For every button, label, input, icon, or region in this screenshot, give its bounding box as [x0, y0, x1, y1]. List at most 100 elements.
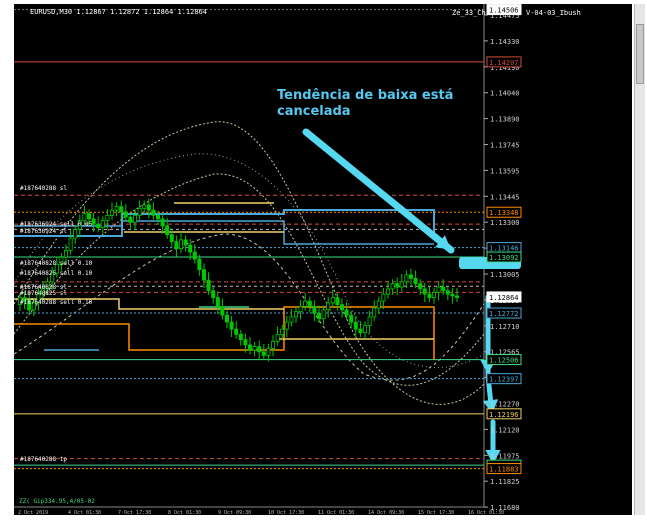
time-axis-label: 11 Oct 01:30 [318, 510, 354, 515]
candle-body [238, 333, 243, 341]
candle-body [197, 258, 202, 271]
candle-body [146, 204, 151, 211]
candle-body [257, 346, 262, 353]
candle-body [224, 314, 229, 323]
candle-body [100, 220, 105, 229]
candle-body [390, 283, 395, 290]
candle-body [436, 286, 441, 293]
annotation-line-1: Tendência de baixa está [277, 88, 453, 103]
candle-body [178, 239, 183, 250]
candle-body [399, 281, 404, 288]
candle-body [151, 209, 156, 216]
time-axis-label: 2 Oct 2019 [18, 510, 48, 515]
price-scale-label: 1.13445 [490, 193, 520, 201]
candle-body [454, 295, 459, 299]
price-chart[interactable]: #187640288 sl #187636924 sell 0.05 #187636… [14, 4, 632, 515]
candle-body [174, 241, 179, 250]
time-axis-label: 15 Oct 17:30 [418, 510, 454, 515]
order-label: #187640828 sell 0.10 [20, 260, 93, 267]
candle-body [123, 211, 128, 218]
annotation-line-2: cancelada [277, 104, 351, 119]
candle-body [192, 251, 197, 260]
candle-body [165, 225, 170, 236]
candle-body [266, 347, 271, 356]
candle-body [142, 204, 147, 209]
time-axis-label: 7 Oct 17:30 [118, 510, 151, 515]
candle-body [247, 344, 252, 351]
candle-body [110, 209, 115, 216]
price-tag-label: 1.12506 [489, 357, 519, 365]
candle-body [367, 316, 372, 327]
candle-body [307, 300, 312, 307]
price-tag-label: 1.13146 [489, 245, 519, 253]
scrollbar-thumb[interactable] [636, 24, 644, 84]
candle-body [372, 307, 377, 318]
price-scale-label: 1.11825 [490, 478, 520, 486]
order-label: #187640288 sl [20, 185, 67, 192]
candle-body [445, 290, 450, 295]
chart-symbol-info: EURUSD,M30 1.12867 1.12872 1.12864 1.128… [30, 8, 207, 16]
order-label: #187636924 sell 0.05 [20, 221, 93, 228]
price-scale-label: 1.13595 [490, 167, 520, 175]
candle-body [408, 274, 413, 279]
candle-body [450, 293, 455, 297]
candle-body [395, 283, 400, 288]
candle-body [330, 297, 335, 304]
candle-body [64, 249, 69, 258]
price-scale-label: 1.12270 [490, 401, 520, 409]
candle-body [312, 305, 317, 314]
candle-body [303, 300, 308, 307]
candle-body [220, 305, 225, 316]
candle-body [229, 321, 234, 330]
price-scale-label: 1.11975 [490, 452, 520, 460]
candle-body [261, 351, 266, 356]
candle-body [280, 328, 285, 335]
candle-body [418, 283, 423, 290]
price-scale-label: 1.14330 [490, 38, 520, 46]
vertical-scrollbar[interactable] [634, 4, 645, 515]
candle-body [105, 214, 110, 222]
time-axis-label: 14 Oct 09:30 [368, 510, 404, 515]
candle-body [339, 304, 344, 311]
candle-body [362, 325, 367, 334]
price-tag-label: 1.12196 [489, 411, 519, 419]
candle-body [252, 346, 257, 351]
candle-body [275, 333, 280, 342]
candle-body [133, 214, 138, 223]
candle-body [289, 316, 294, 323]
price-scale-label: 1.12710 [490, 323, 520, 331]
candle-body [119, 206, 124, 213]
candle-body [344, 309, 349, 316]
candle-body [137, 207, 142, 216]
annotation-arrow [302, 128, 455, 254]
order-label: #187640825 sell 0.10 [20, 270, 93, 277]
candle-body [385, 288, 390, 295]
order-label: #187640288 tp [20, 456, 67, 463]
chart-canvas[interactable]: #187640288 sl #187636924 sell 0.05#187636… [14, 4, 632, 515]
candle-body [376, 300, 381, 309]
candle-body [321, 309, 326, 320]
price-scale-label: 1.13300 [490, 219, 520, 227]
candle-body [413, 277, 418, 285]
candle-body [96, 223, 101, 229]
candle-body [326, 302, 331, 311]
candle-body [206, 279, 211, 292]
candle-body [82, 213, 87, 222]
candle-body [201, 269, 206, 281]
price-scale-label: 1.13890 [490, 116, 520, 124]
candle-body [335, 297, 340, 306]
order-label: #187640288 sell 0.10 [20, 299, 93, 306]
candle-body [298, 305, 303, 313]
order-label: #187636924 sl [20, 228, 67, 235]
price-scale-label: 1.13745 [490, 142, 520, 150]
time-axis-label: 9 Oct 09:30 [218, 510, 251, 515]
price-scale-label: 1.13005 [490, 271, 520, 279]
metatrader-window: #187640288 sl #187636924 sell 0.05 #187636… [0, 0, 647, 521]
candle-body [349, 314, 354, 323]
candle-body [128, 216, 133, 223]
price-tag-label: 1.13092 [489, 254, 519, 262]
template-info: V-04-03_Ibush [526, 9, 581, 17]
candle-body [404, 274, 409, 283]
candle-body [155, 214, 160, 220]
indicator-label: ZZ( Gip334.95,4/05-02 [19, 498, 95, 505]
